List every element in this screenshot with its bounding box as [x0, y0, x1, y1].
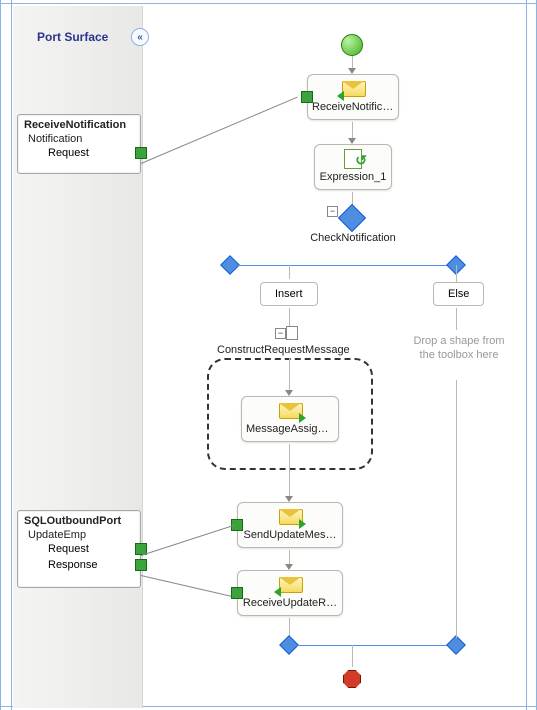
port-message-label: Response	[48, 559, 131, 571]
mail-receive-icon	[276, 575, 304, 595]
connector	[456, 265, 457, 283]
port-message-request[interactable]: Request	[18, 543, 140, 559]
merge-bar	[297, 645, 457, 646]
decision-label: CheckNotification	[307, 232, 399, 244]
connector	[456, 380, 457, 638]
mail-assign-icon	[276, 401, 304, 421]
collapse-toggle[interactable]: −	[327, 206, 338, 217]
merge-diamond-icon	[279, 635, 299, 655]
connector	[352, 645, 353, 667]
connector	[289, 265, 290, 279]
port-name: ReceiveNotification	[18, 115, 140, 133]
shape-label: MessageAssign…	[242, 423, 338, 441]
port-message-response[interactable]: Response	[18, 559, 140, 575]
shape-label: Expression_1	[315, 171, 391, 189]
merge-diamond-icon	[446, 635, 466, 655]
shape-connector-left-icon[interactable]	[301, 91, 313, 103]
port-name: SQLOutboundPort	[18, 511, 140, 529]
shape-label: ReceiveNotificati…	[308, 101, 398, 119]
mail-send-icon	[276, 507, 304, 527]
port-surface-collapse-button[interactable]: «	[131, 28, 149, 46]
expression-icon: ↺	[339, 149, 367, 169]
mail-receive-icon	[339, 79, 367, 99]
port-message-request[interactable]: Request	[18, 147, 140, 163]
connector	[289, 358, 290, 392]
shape-label: SendUpdateMes…	[238, 529, 342, 547]
port-message-label: Request	[48, 543, 131, 555]
port-message-label: Request	[48, 147, 131, 159]
port-connector-icon[interactable]	[135, 147, 147, 159]
connector	[456, 308, 457, 330]
shape-receive-notification[interactable]: ReceiveNotificati…	[307, 74, 399, 120]
port-sql-outbound[interactable]: SQLOutboundPort UpdateEmp Request Respon…	[17, 510, 141, 588]
construct-label: ConstructRequestMessage	[217, 344, 350, 356]
shape-expression-1[interactable]: ↺ Expression_1	[314, 144, 392, 190]
guide-vertical-right	[526, 0, 527, 710]
branch-bar	[237, 265, 457, 266]
port-operation: UpdateEmp	[18, 529, 140, 543]
drop-shape-hint: Drop a shape from the toolbox here	[411, 334, 507, 362]
port-connector-icon[interactable]	[135, 559, 147, 571]
port-link-line	[141, 575, 237, 598]
shape-message-assign[interactable]: MessageAssign…	[241, 396, 339, 442]
shape-receive-update[interactable]: ReceiveUpdateR…	[237, 570, 343, 616]
port-surface-panel: Port Surface «	[13, 6, 143, 708]
start-icon	[341, 34, 363, 56]
stop-icon	[343, 670, 361, 688]
port-link-line	[141, 97, 298, 164]
port-link-line	[141, 525, 235, 556]
collapse-toggle[interactable]: −	[275, 328, 286, 339]
shape-label: ReceiveUpdateR…	[238, 597, 342, 615]
guide-vertical-left	[11, 0, 12, 710]
port-operation: Notification	[18, 133, 140, 147]
shape-connector-left-icon[interactable]	[231, 587, 243, 599]
connector	[289, 444, 290, 498]
connector	[289, 308, 290, 326]
guide-horizontal-top	[1, 3, 536, 4]
construct-glyph-icon	[286, 326, 298, 340]
branch-else[interactable]: Else	[433, 282, 484, 306]
decision-icon[interactable]	[338, 204, 366, 232]
shape-send-update[interactable]: SendUpdateMes…	[237, 502, 343, 548]
port-surface-title: Port Surface	[37, 30, 108, 44]
port-receive-notification[interactable]: ReceiveNotification Notification Request	[17, 114, 141, 174]
branch-insert[interactable]: Insert	[260, 282, 318, 306]
